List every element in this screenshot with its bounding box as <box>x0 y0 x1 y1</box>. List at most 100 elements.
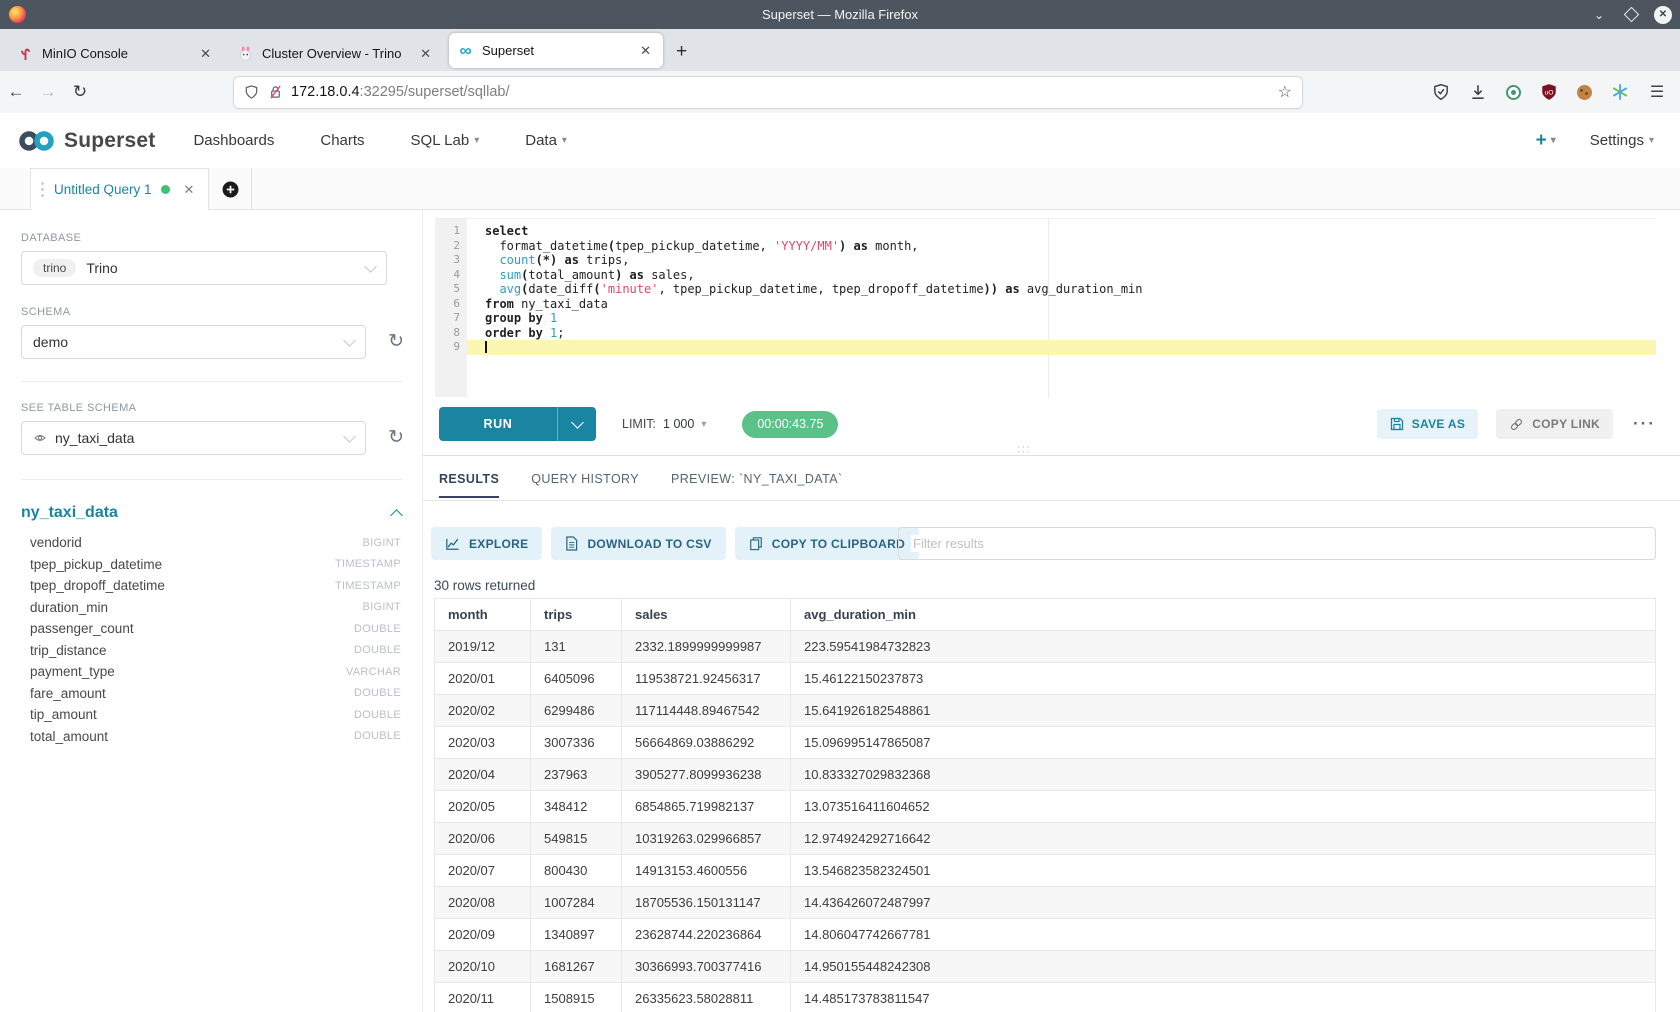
floppy-save-icon <box>1390 417 1404 431</box>
table-row: 2020/09134089723628744.22023686414.80604… <box>435 919 1656 951</box>
results-tab-query-history[interactable]: QUERY HISTORY <box>531 472 639 498</box>
browser-tab-1[interactable]: MinIO Console✕ <box>9 36 223 71</box>
window-maximize-icon[interactable] <box>1622 6 1640 24</box>
column-name: vendorid <box>30 535 363 550</box>
code-line-2[interactable]: format_datetime(tpep_pickup_datetime, 'Y… <box>467 239 1656 254</box>
column-name: tpep_dropoff_datetime <box>30 578 335 593</box>
code-line-8[interactable]: order by 1; <box>467 326 1656 341</box>
chevron-down-icon <box>343 430 356 443</box>
column-header-trips[interactable]: trips <box>531 599 622 631</box>
new-tab-button[interactable]: + <box>676 41 687 63</box>
chart-icon <box>445 537 460 551</box>
firefox-icon <box>9 6 26 23</box>
limit-control[interactable]: LIMIT:1 000▾ <box>622 417 706 431</box>
schema-select[interactable]: demo <box>21 325 366 359</box>
file-icon <box>565 536 578 551</box>
code-line-3[interactable]: count(*) as trips, <box>467 253 1656 268</box>
results-tab-preview[interactable]: PREVIEW: `NY_TAXI_DATA` <box>671 472 843 498</box>
collapse-chevron-icon[interactable] <box>390 509 403 522</box>
new-item-button[interactable]: +▾ <box>1536 130 1556 152</box>
nav-item-dashboards[interactable]: Dashboards <box>193 132 274 149</box>
sql-toolbar: RUN LIMIT:1 000▾ 00:00:43.75 SAVE AS <box>439 407 1656 441</box>
sql-editor[interactable]: 123456789 select format_datetime(tpep_pi… <box>435 218 1656 397</box>
snowflake-extension-icon[interactable] <box>1611 83 1629 101</box>
copy-link-button[interactable]: COPY LINK <box>1496 409 1613 439</box>
window-minimize-icon[interactable]: ⌄ <box>1590 6 1608 24</box>
column-row: tpep_pickup_datetimeTIMESTAMP <box>30 554 401 576</box>
database-label: DATABASE <box>21 232 422 244</box>
database-select[interactable]: trino Trino <box>21 251 387 285</box>
table-select[interactable]: ny_taxi_data <box>21 421 366 455</box>
table-row: 2020/053484126854865.71998213713.0735164… <box>435 791 1656 823</box>
code-line-9[interactable] <box>467 340 1656 355</box>
download-to-csv-button[interactable]: DOWNLOAD TO CSV <box>551 527 725 560</box>
column-type: BIGINT <box>363 537 401 549</box>
extension-icon[interactable] <box>1506 85 1521 100</box>
query-timer-badge: 00:00:43.75 <box>742 411 838 438</box>
nav-item-sql-lab[interactable]: SQL Lab▾ <box>411 132 480 149</box>
settings-menu[interactable]: Settings▾ <box>1590 132 1654 149</box>
table-panel-title[interactable]: ny_taxi_data <box>21 504 392 522</box>
column-name: tip_amount <box>30 707 354 722</box>
run-button[interactable]: RUN <box>439 407 596 441</box>
column-header-sales[interactable]: sales <box>622 599 791 631</box>
column-name: fare_amount <box>30 686 354 701</box>
ublock-icon[interactable]: uO <box>1540 83 1558 101</box>
account-shield-icon[interactable] <box>1432 83 1450 101</box>
code-line-4[interactable]: sum(total_amount) as sales, <box>467 268 1656 283</box>
results-tab-results[interactable]: RESULTS <box>439 472 499 498</box>
filter-results-box[interactable] <box>898 527 1656 560</box>
code-line-6[interactable]: from ny_taxi_data <box>467 297 1656 312</box>
column-list: vendoridBIGINT tpep_pickup_datetimeTIMEST… <box>0 532 422 747</box>
browser-titlebar: Superset — Mozilla Firefox ⌄ ✕ <box>0 0 1680 29</box>
tracking-shield-icon[interactable] <box>244 84 259 100</box>
superset-logo[interactable]: Superset <box>18 129 155 153</box>
url-text[interactable]: 172.18.0.4:32295/superset/sqllab/ <box>291 84 1278 100</box>
cookie-icon[interactable] <box>1577 85 1592 100</box>
pane-splitter[interactable]: ······ <box>423 455 1680 456</box>
window-close-icon[interactable]: ✕ <box>1654 6 1672 24</box>
add-query-tab-button[interactable] <box>209 168 252 210</box>
menu-hamburger-icon[interactable]: ☰ <box>1648 83 1666 101</box>
tab-close-icon[interactable]: ✕ <box>416 44 435 64</box>
sqllab-sidebar: DATABASE trino Trino SCHEMA demo ↻ SEE T… <box>0 210 423 1012</box>
column-row: tip_amountDOUBLE <box>30 704 401 726</box>
back-icon[interactable]: ← <box>0 82 32 102</box>
code-line-1[interactable]: select <box>467 224 1656 239</box>
bookmark-star-icon[interactable]: ☆ <box>1278 82 1292 102</box>
refresh-tables-icon[interactable]: ↻ <box>388 428 404 447</box>
reload-icon[interactable]: ↻ <box>64 82 96 102</box>
column-header-month[interactable]: month <box>435 599 531 631</box>
drag-handle-icon[interactable] <box>41 188 44 191</box>
column-header-avg_duration_min[interactable]: avg_duration_min <box>791 599 1656 631</box>
insecure-lock-icon[interactable] <box>268 84 283 100</box>
save-as-button[interactable]: SAVE AS <box>1377 409 1478 439</box>
query-tab-close-icon[interactable]: ✕ <box>184 182 195 198</box>
table-row: 2020/08100728418705536.15013114714.43642… <box>435 887 1656 919</box>
table-row: 2020/0654981510319263.02996685712.974924… <box>435 823 1656 855</box>
url-bar[interactable]: 172.18.0.4:32295/superset/sqllab/ ☆ <box>234 77 1302 108</box>
forward-icon[interactable]: → <box>32 82 64 102</box>
tab-close-icon[interactable]: ✕ <box>196 44 215 64</box>
splitter-drag-handle[interactable]: ······ <box>1017 445 1031 455</box>
browser-tab-3[interactable]: ∞Superset✕ <box>449 33 663 68</box>
refresh-schemas-icon[interactable]: ↻ <box>388 332 404 351</box>
tab-close-icon[interactable]: ✕ <box>636 41 655 61</box>
column-row: trip_distanceDOUBLE <box>30 640 401 662</box>
column-name: tpep_pickup_datetime <box>30 557 335 572</box>
code-line-7[interactable]: group by 1 <box>467 311 1656 326</box>
nav-item-data[interactable]: Data▾ <box>525 132 567 149</box>
column-name: duration_min <box>30 600 363 615</box>
copy-to-clipboard-button[interactable]: COPY TO CLIPBOARD <box>735 527 919 560</box>
run-options-caret[interactable] <box>558 407 596 441</box>
table-row: 2020/11150891526335623.5802881114.485173… <box>435 983 1656 1012</box>
code-line-5[interactable]: avg(date_diff('minute', tpep_pickup_date… <box>467 282 1656 297</box>
explore-button[interactable]: EXPLORE <box>431 527 542 560</box>
browser-tab-2[interactable]: Cluster Overview - Trino✕ <box>229 36 443 71</box>
nav-item-charts[interactable]: Charts <box>320 132 364 149</box>
downloads-icon[interactable] <box>1469 83 1487 101</box>
chevron-down-icon <box>364 260 377 273</box>
filter-results-input[interactable] <box>911 535 1643 552</box>
query-tab[interactable]: Untitled Query 1 ✕ <box>30 168 209 210</box>
more-options-icon[interactable]: ··· <box>1633 414 1656 434</box>
